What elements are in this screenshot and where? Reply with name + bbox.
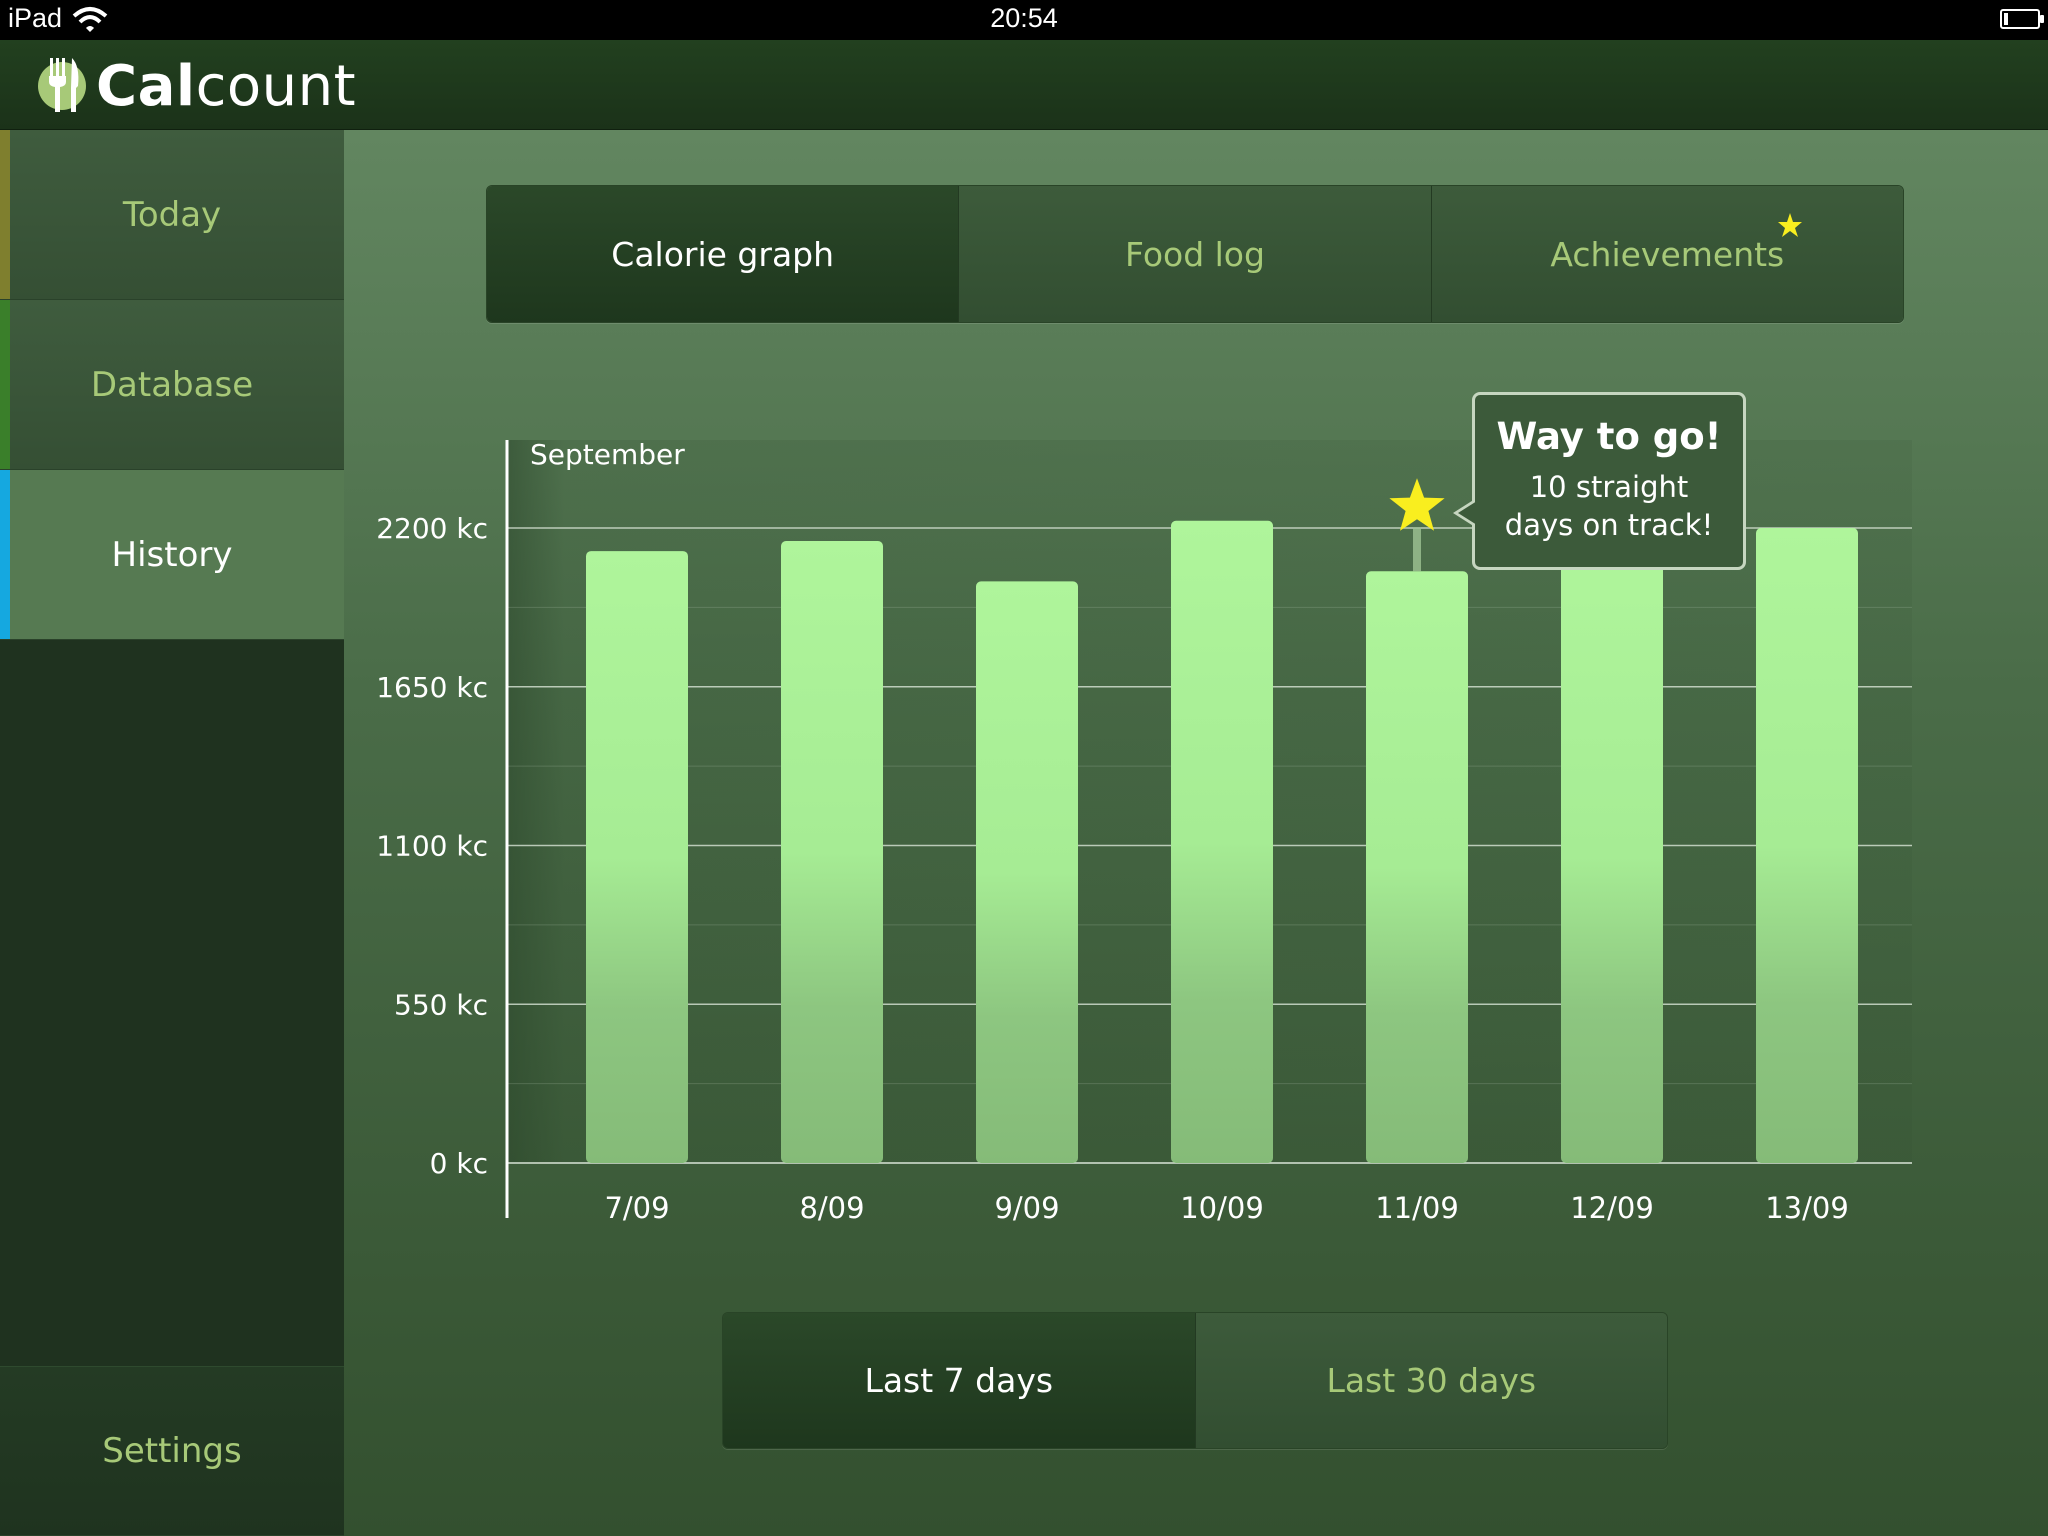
sidebar-item-label: History bbox=[111, 534, 233, 575]
range-last-30-days-button[interactable]: Last 30 days bbox=[1195, 1313, 1667, 1448]
sidebar-item-label: Database bbox=[90, 364, 254, 405]
range-last-7-days-button[interactable]: Last 7 days bbox=[723, 1313, 1196, 1448]
achievement-star-icon bbox=[1777, 213, 1802, 237]
tab-label: Calorie graph bbox=[611, 234, 835, 274]
sidebar-item-label: Settings bbox=[102, 1431, 242, 1471]
sidebar-accent-database bbox=[0, 300, 10, 469]
tab-label: Food log bbox=[1125, 234, 1265, 274]
sidebar-item-database[interactable]: Database bbox=[0, 300, 344, 470]
battery-icon bbox=[2000, 9, 2044, 29]
sidebar-item-history[interactable]: History bbox=[0, 470, 344, 640]
logo-bold-text: Cal bbox=[96, 54, 196, 119]
achievement-tooltip: Way to go! 10 straight days on track! bbox=[1453, 392, 1746, 570]
range-label: Last 30 days bbox=[1326, 1361, 1537, 1400]
tooltip-line-2: days on track! bbox=[1504, 508, 1714, 542]
sidebar-item-label: Today bbox=[122, 194, 222, 235]
status-bar: iPad 20:54 bbox=[0, 0, 2048, 40]
tab-achievements[interactable]: Achievements bbox=[1431, 186, 1903, 322]
sidebar-accent-history bbox=[0, 470, 10, 639]
tooltip-title: Way to go! bbox=[1496, 415, 1722, 458]
tab-label: Achievements bbox=[1550, 234, 1785, 274]
app-logo-text: Calcount bbox=[96, 54, 356, 119]
sidebar: Today Database History Settings bbox=[0, 130, 344, 1536]
tooltip-line-1: 10 straight bbox=[1529, 470, 1689, 504]
tab-calorie-graph[interactable]: Calorie graph bbox=[487, 186, 960, 322]
sidebar-item-settings[interactable]: Settings bbox=[0, 1366, 344, 1536]
range-selector: Last 7 days Last 30 days bbox=[722, 1312, 1668, 1449]
app-header: Calcount bbox=[0, 40, 2048, 130]
range-label: Last 7 days bbox=[864, 1361, 1054, 1400]
logo-regular-text: count bbox=[195, 54, 357, 119]
view-tabs: Calorie graph Food log Achievements bbox=[486, 185, 1904, 323]
tab-food-log[interactable]: Food log bbox=[959, 186, 1432, 322]
status-time: 20:54 bbox=[990, 3, 1058, 33]
sidebar-item-today[interactable]: Today bbox=[0, 130, 344, 300]
sidebar-accent-today bbox=[0, 130, 10, 299]
fork-knife-logo-icon bbox=[38, 58, 86, 112]
